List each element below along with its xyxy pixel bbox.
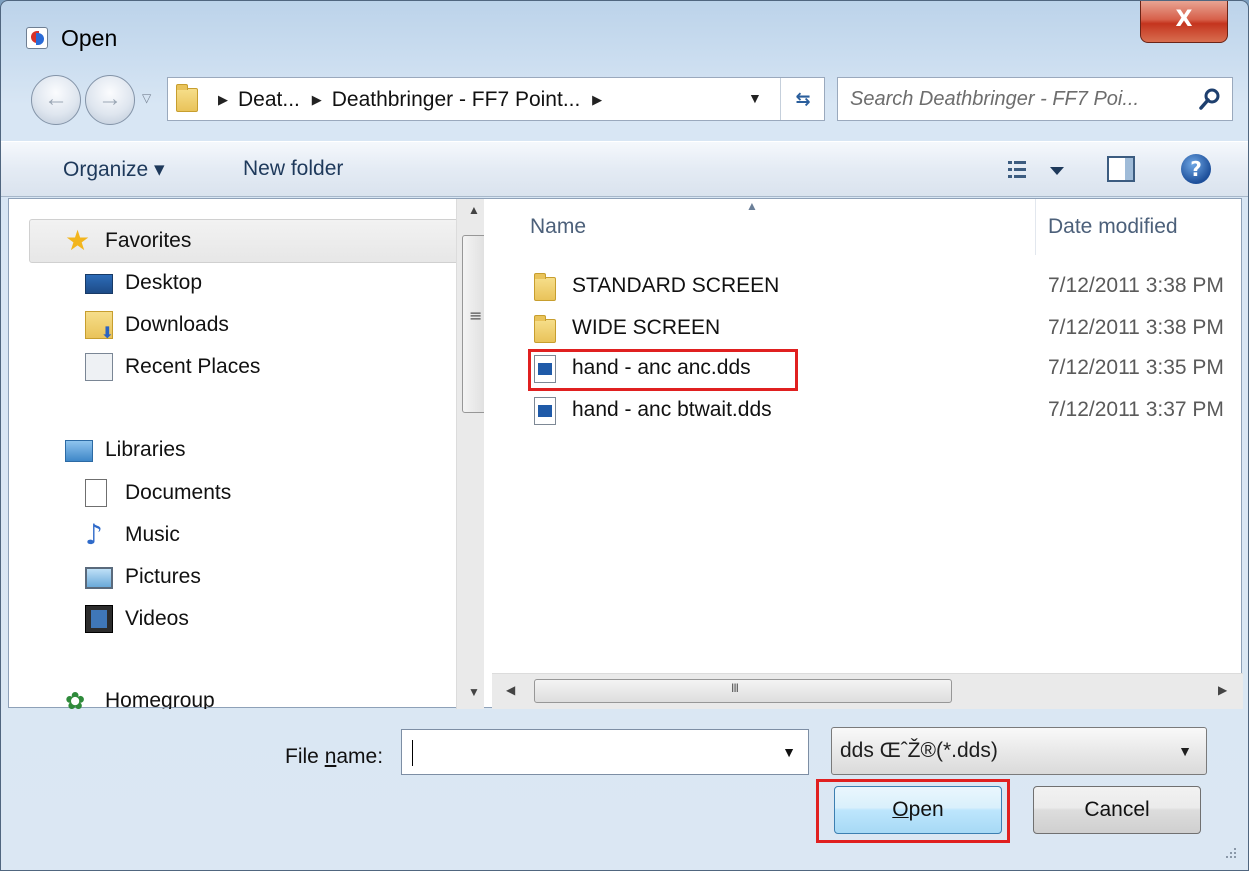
text-caret — [412, 740, 413, 766]
file-date: 7/12/2011 3:38 PM — [1048, 274, 1224, 297]
preview-pane-icon[interactable] — [1107, 156, 1135, 182]
search-box[interactable]: Search Deathbringer - FF7 Poi... — [837, 77, 1233, 121]
window-title: Open — [61, 25, 118, 51]
title-bar: Open X — [1, 1, 1248, 71]
desktop-icon — [85, 274, 113, 294]
open-file-dialog: Open X ← → ▽ ▶ Deat... ▶ Deathbringer - FF… — [0, 0, 1249, 871]
scroll-up-icon[interactable]: ▲ — [468, 203, 480, 217]
breadcrumb-separator-icon[interactable]: ▶ — [218, 92, 228, 107]
breadcrumb-separator-icon[interactable]: ▶ — [312, 92, 322, 107]
sidebar-item-label: Recent Places — [125, 355, 261, 378]
file-type-value: dds ŒˆŽ®(*.dds) — [840, 739, 998, 762]
file-type-select[interactable]: dds ŒˆŽ®(*.dds) ▼ — [831, 727, 1207, 775]
sidebar-item-label: Libraries — [105, 438, 186, 461]
chevron-down-icon: ▼ — [1178, 743, 1192, 759]
refresh-button[interactable]: ⇆ — [780, 78, 825, 120]
dds-file-icon — [534, 397, 556, 425]
dialog-icon — [26, 27, 48, 49]
sidebar-item-label: Documents — [125, 481, 232, 504]
address-dropdown-icon[interactable]: ▼ — [748, 90, 762, 106]
open-button[interactable]: Open — [834, 786, 1002, 834]
file-list: Name ▲ Date modified STANDARD SCREEN 7/1… — [492, 199, 1243, 709]
recent-locations-dropdown[interactable]: ▽ — [142, 91, 151, 105]
file-name-label: File name: — [285, 745, 384, 768]
column-header-date-modified[interactable]: Date modified — [1048, 215, 1178, 239]
browser-area: ★ Favorites Desktop Downloads Recent Pla… — [8, 198, 1243, 709]
breadcrumb-item[interactable]: Deat... — [238, 88, 300, 111]
table-row[interactable]: WIDE SCREEN 7/12/2011 3:38 PM — [492, 309, 1243, 349]
scroll-left-icon[interactable]: ◀ — [506, 683, 515, 697]
table-row[interactable]: hand - anc anc.dds 7/12/2011 3:35 PM — [492, 349, 1243, 391]
back-button[interactable]: ← — [31, 75, 81, 125]
back-arrow-icon: ← — [44, 85, 68, 112]
help-icon[interactable]: ? — [1181, 154, 1211, 184]
scroll-down-icon[interactable]: ▼ — [468, 685, 480, 699]
sort-ascending-icon: ▲ — [746, 199, 758, 213]
downloads-icon — [85, 311, 114, 342]
pictures-icon — [85, 567, 113, 589]
file-name: hand - anc anc.dds — [572, 356, 751, 379]
folder-icon — [534, 273, 556, 301]
sidebar-item-label: Music — [125, 523, 180, 546]
forward-arrow-icon: → — [98, 85, 122, 112]
refresh-icon: ⇆ — [795, 89, 811, 109]
star-icon: ★ — [65, 224, 91, 257]
file-name: STANDARD SCREEN — [572, 274, 780, 297]
libraries-icon — [65, 440, 93, 462]
sidebar-item-label: Desktop — [125, 271, 203, 294]
forward-button[interactable]: → — [85, 75, 135, 125]
table-row[interactable]: hand - anc btwait.dds 7/12/2011 3:37 PM — [492, 391, 1243, 431]
new-folder-button[interactable]: New folder — [243, 157, 343, 181]
folder-icon — [176, 84, 198, 112]
cancel-button[interactable]: Cancel — [1033, 786, 1201, 834]
organize-menu[interactable]: Organize ▾ — [63, 157, 165, 182]
horizontal-scrollbar[interactable]: ◀ ▶ — [492, 673, 1243, 709]
column-header-row: Name ▲ Date modified — [492, 199, 1243, 255]
file-name: hand - anc btwait.dds — [572, 398, 772, 421]
chevron-down-icon[interactable]: ▼ — [782, 744, 796, 760]
file-name: WIDE SCREEN — [572, 316, 721, 339]
search-icon[interactable] — [1198, 87, 1222, 111]
column-divider[interactable] — [1035, 199, 1036, 255]
scrollbar-thumb[interactable] — [462, 235, 484, 413]
file-date: 7/12/2011 3:35 PM — [1048, 356, 1224, 379]
file-date: 7/12/2011 3:37 PM — [1048, 398, 1224, 421]
breadcrumb-separator-icon[interactable]: ▶ — [592, 92, 602, 107]
documents-icon — [85, 479, 107, 507]
file-date: 7/12/2011 3:38 PM — [1048, 316, 1224, 339]
file-name-input[interactable]: ▼ — [401, 729, 809, 775]
search-input[interactable]: Search Deathbringer - FF7 Poi... — [850, 88, 1139, 111]
navigation-bar: ← → ▽ ▶ Deat... ▶ Deathbringer - FF7 Point… — [1, 71, 1248, 129]
address-bar[interactable]: ▶ Deat... ▶ Deathbringer - FF7 Point... ▶ … — [167, 77, 825, 121]
navigation-pane: ★ Favorites Desktop Downloads Recent Pla… — [9, 199, 484, 709]
dds-file-icon — [534, 355, 556, 383]
breadcrumb: ▶ Deat... ▶ Deathbringer - FF7 Point... ▶ — [212, 88, 612, 112]
sidebar-item-label: Homegroup — [105, 689, 215, 709]
folder-icon — [534, 315, 556, 343]
navigation-scrollbar[interactable]: ▲ ▼ — [456, 199, 484, 709]
resize-grip-icon[interactable] — [1224, 846, 1238, 860]
column-header-name[interactable]: Name — [530, 215, 586, 239]
table-row[interactable]: STANDARD SCREEN 7/12/2011 3:38 PM — [492, 267, 1243, 307]
sidebar-item-label: Pictures — [125, 565, 201, 588]
change-view-icon[interactable] — [1006, 158, 1076, 182]
music-icon: ♪ — [85, 518, 103, 551]
scrollbar-thumb[interactable] — [534, 679, 952, 703]
favorites-highlight — [29, 219, 459, 263]
sidebar-item-label: Downloads — [125, 313, 229, 336]
sidebar-item-label: Videos — [125, 607, 189, 630]
command-toolbar: Organize ▾ New folder ? — [1, 141, 1248, 197]
homegroup-icon: ✿ — [65, 687, 86, 709]
scroll-right-icon[interactable]: ▶ — [1218, 683, 1227, 697]
videos-icon — [85, 605, 113, 633]
sidebar-item-label: Favorites — [105, 229, 192, 252]
breadcrumb-item[interactable]: Deathbringer - FF7 Point... — [332, 88, 581, 111]
close-button[interactable]: X — [1140, 1, 1228, 43]
recent-places-icon — [85, 353, 113, 381]
